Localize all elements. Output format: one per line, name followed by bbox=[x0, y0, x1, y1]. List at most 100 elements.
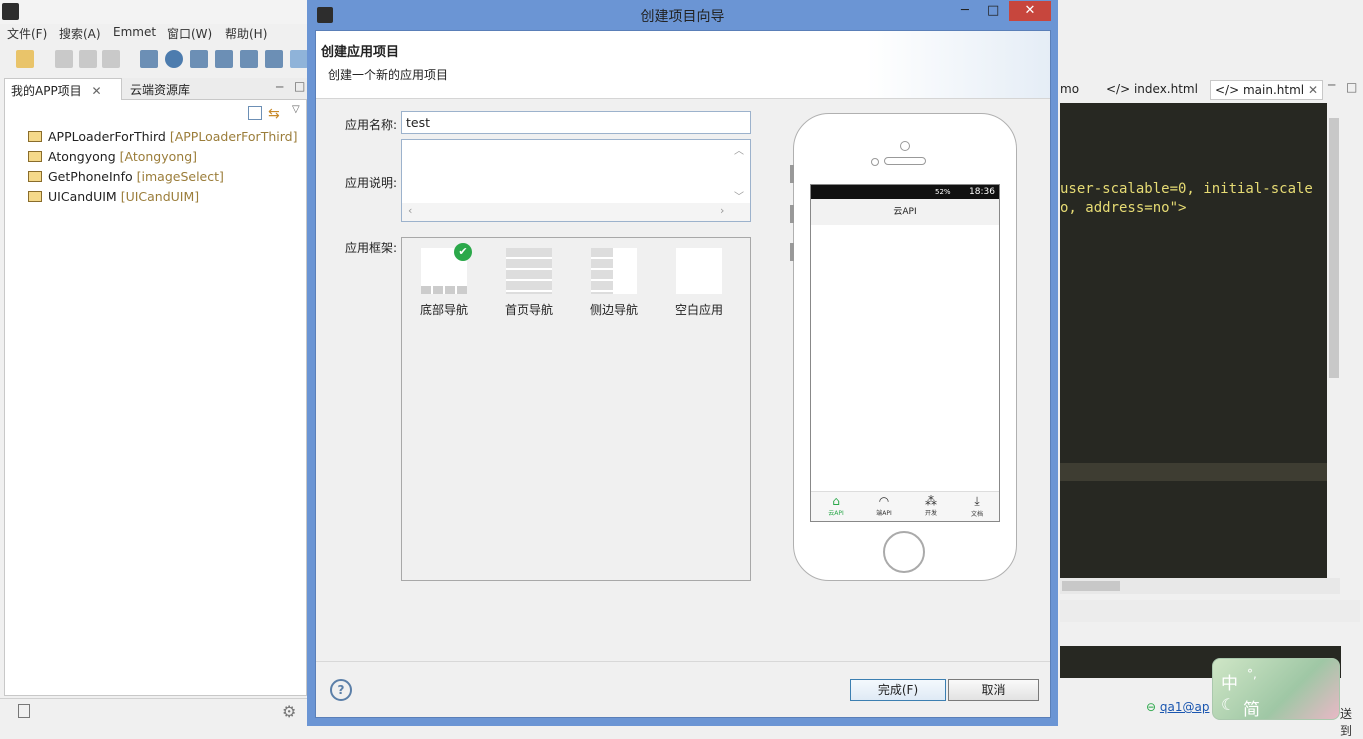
phone-nav-label: 端API bbox=[876, 510, 892, 517]
phone-status-bar: 52% 18:36 bbox=[811, 185, 999, 199]
editor-tab-bar: mo </> index.html </> main.html ✕ ─ □ bbox=[1060, 78, 1360, 100]
scroll-thumb[interactable] bbox=[1329, 118, 1339, 378]
tree-item[interactable]: UICandUIM [UICandUIM] bbox=[28, 189, 199, 207]
framework-side-nav[interactable]: 侧边导航 bbox=[574, 248, 654, 318]
phone-nav-label: 开发 bbox=[924, 510, 937, 517]
framework-label-text: 底部导航 bbox=[419, 303, 468, 317]
account-link[interactable]: qa1@ap bbox=[1160, 700, 1210, 714]
new-project-icon[interactable] bbox=[16, 50, 34, 68]
side-nav-thumbnail bbox=[591, 248, 637, 294]
tree-item[interactable]: GetPhoneInfo [imageSelect] bbox=[28, 169, 224, 187]
print-icon[interactable] bbox=[102, 50, 120, 68]
close-tab-icon[interactable]: ✕ bbox=[92, 84, 102, 98]
phone-screen: 52% 18:36 云API ⌂ 云API ◠ 端API ⁂ 开发 ⤓ 文档 bbox=[810, 184, 1000, 522]
project-name: Atongyong bbox=[48, 149, 116, 164]
tab-my-app-projects-label: 我的APP项目 bbox=[11, 84, 82, 98]
close-tab-icon[interactable]: ✕ bbox=[1308, 83, 1318, 97]
footer-divider bbox=[316, 661, 1050, 662]
project-folder-icon bbox=[28, 151, 42, 162]
maximize-panel-icon[interactable]: □ bbox=[294, 79, 305, 93]
home-icon: ⌂ bbox=[832, 494, 840, 508]
project-name: APPLoaderForThird bbox=[48, 129, 166, 144]
menu-emmet[interactable]: Emmet bbox=[113, 25, 156, 39]
project-tag: [UICandUIM] bbox=[120, 189, 200, 204]
save-icon[interactable] bbox=[55, 50, 73, 68]
project-name: GetPhoneInfo bbox=[48, 169, 133, 184]
minimize-editor-icon[interactable]: ─ bbox=[1328, 78, 1335, 92]
ime-widget[interactable]: 中 °, ☾ 简 bbox=[1212, 658, 1340, 720]
battery-text: 52% bbox=[935, 188, 951, 196]
code-editor[interactable]: user-scalable=0, initial-scale o, addres… bbox=[1060, 103, 1327, 578]
tab-main-html-label: main.html bbox=[1242, 83, 1305, 97]
cloud-icon[interactable] bbox=[290, 50, 308, 68]
project-folder-icon bbox=[28, 191, 42, 202]
link-editor-icon[interactable]: ⇆ bbox=[268, 106, 280, 122]
dialog-minimize-button[interactable]: ─ bbox=[961, 3, 969, 18]
framework-label: 应用框架: bbox=[345, 241, 398, 255]
package-icon[interactable] bbox=[265, 50, 283, 68]
scroll-down-icon[interactable]: ﹀ bbox=[734, 188, 744, 203]
sync-icon[interactable] bbox=[215, 50, 233, 68]
scroll-right-icon[interactable]: › bbox=[720, 204, 724, 217]
menu-window[interactable]: 窗口(W) bbox=[167, 25, 212, 42]
bottom-nav-thumbnail: ✔ bbox=[421, 243, 472, 294]
view-menu-icon[interactable]: ▽ bbox=[292, 104, 300, 115]
ime-char-label[interactable]: 简 bbox=[1243, 695, 1260, 720]
phone-nav-label: 文档 bbox=[970, 511, 983, 518]
collapse-all-icon[interactable] bbox=[248, 106, 262, 120]
tab-editor-partial[interactable]: mo bbox=[1060, 82, 1079, 96]
framework-list: ✔ 底部导航 首页导航 侧边导航 空白应用 bbox=[401, 237, 751, 581]
tab-main-html[interactable]: </> main.html ✕ bbox=[1210, 80, 1323, 100]
framework-label-text: 空白应用 bbox=[674, 303, 723, 317]
preview-icon[interactable] bbox=[190, 50, 208, 68]
app-name-input[interactable]: test bbox=[401, 111, 751, 134]
framework-home-nav[interactable]: 首页导航 bbox=[489, 248, 569, 318]
tree-item[interactable]: Atongyong [Atongyong] bbox=[28, 149, 197, 167]
save-all-icon[interactable] bbox=[79, 50, 97, 68]
ime-punct-label[interactable]: °, bbox=[1247, 667, 1257, 681]
menu-help[interactable]: 帮助(H) bbox=[225, 25, 267, 42]
editor-vertical-scrollbar[interactable] bbox=[1327, 103, 1341, 578]
current-line-highlight bbox=[1060, 463, 1327, 481]
scroll-left-icon[interactable]: ‹ bbox=[408, 204, 412, 217]
cancel-button[interactable]: 取消 bbox=[948, 679, 1039, 701]
finish-button[interactable]: 完成(F) bbox=[850, 679, 946, 701]
menu-file[interactable]: 文件(F) bbox=[7, 25, 47, 42]
maximize-editor-icon[interactable]: □ bbox=[1346, 80, 1357, 94]
document-icon[interactable] bbox=[140, 50, 158, 68]
new-window-icon[interactable] bbox=[18, 704, 30, 718]
help-button[interactable]: ? bbox=[330, 679, 352, 701]
app-description-input[interactable]: ︿ ﹀ ‹ › bbox=[401, 139, 751, 222]
app-name-label: 应用名称: bbox=[345, 118, 398, 132]
phone-home-button bbox=[883, 531, 925, 573]
selected-check-icon: ✔ bbox=[454, 243, 472, 261]
tree-item[interactable]: APPLoaderForThird [APPLoaderForThird] bbox=[28, 129, 297, 147]
scroll-up-icon[interactable]: ︿ bbox=[734, 142, 744, 157]
project-name: UICandUIM bbox=[48, 189, 117, 204]
dialog-maximize-button[interactable]: □ bbox=[987, 3, 999, 18]
framework-blank-app[interactable]: 空白应用 bbox=[659, 248, 739, 318]
menu-bar: 文件(F) 搜索(A) Emmet 窗口(W) 帮助(H) bbox=[0, 24, 310, 44]
phone-nav-item: ⌂ 云API bbox=[821, 494, 851, 517]
tab-my-app-projects[interactable]: 我的APP项目 ✕ bbox=[4, 78, 122, 100]
header-subtitle: 创建一个新的应用项目 bbox=[328, 68, 449, 82]
ide-toolbar bbox=[0, 46, 310, 74]
framework-bottom-nav[interactable]: ✔ 底部导航 bbox=[404, 243, 484, 318]
phone-side-button bbox=[790, 205, 794, 223]
settings-icon[interactable]: ⚙ bbox=[282, 702, 296, 721]
moon-icon[interactable]: ☾ bbox=[1221, 695, 1235, 714]
gear-icon[interactable] bbox=[165, 50, 183, 68]
console-toolbar bbox=[1060, 600, 1360, 622]
horizontal-scrollbar[interactable]: ‹ › bbox=[402, 203, 750, 221]
dialog-close-button[interactable]: ✕ bbox=[1009, 1, 1051, 21]
html-file-icon: </> bbox=[1106, 82, 1134, 96]
menu-search[interactable]: 搜索(A) bbox=[59, 25, 101, 42]
ime-mode-label[interactable]: 中 bbox=[1221, 669, 1238, 694]
project-tag: [imageSelect] bbox=[136, 169, 224, 184]
scroll-thumb[interactable] bbox=[1062, 581, 1120, 591]
tab-cloud-repository[interactable]: 云端资源库 bbox=[124, 78, 219, 100]
tab-index-html[interactable]: </> index.html bbox=[1106, 82, 1198, 96]
editor-horizontal-scrollbar[interactable] bbox=[1060, 578, 1340, 594]
minimize-panel-icon[interactable]: ─ bbox=[276, 80, 283, 94]
phone-icon[interactable] bbox=[240, 50, 258, 68]
